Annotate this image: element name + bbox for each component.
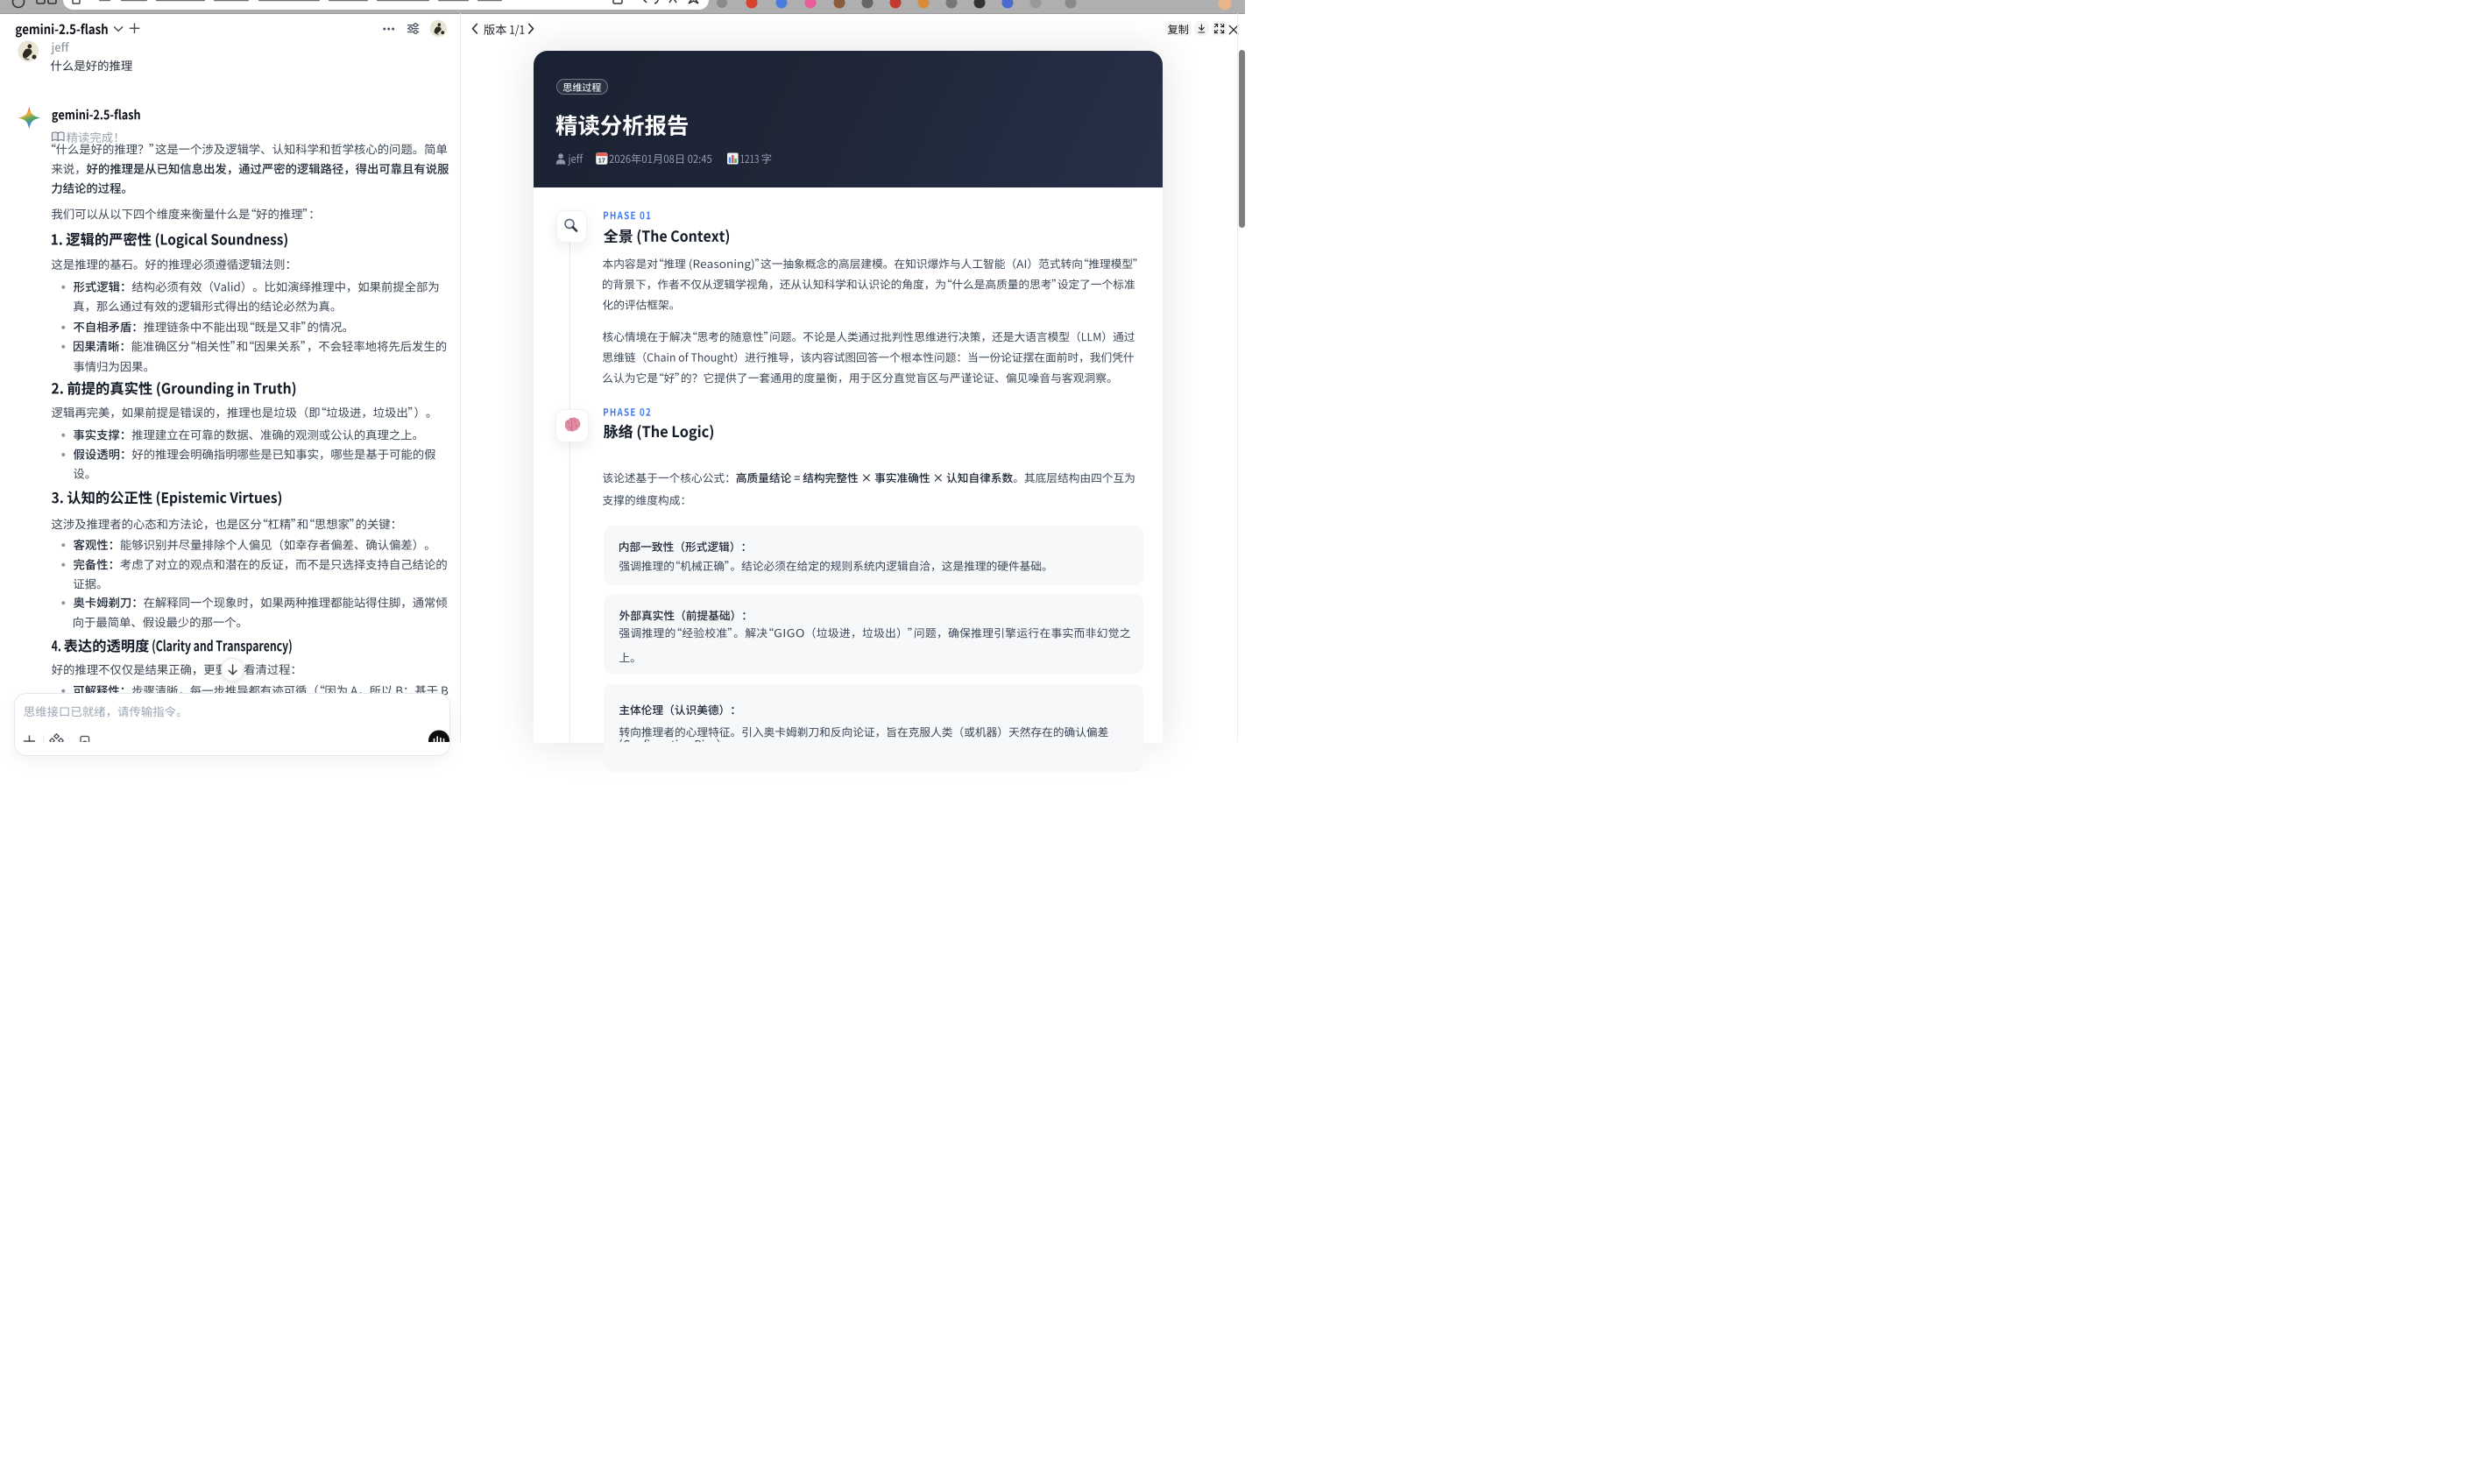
svg-text:17: 17: [598, 157, 605, 165]
